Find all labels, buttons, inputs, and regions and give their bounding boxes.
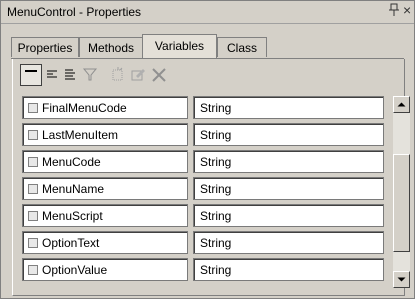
tab-properties[interactable]: Properties: [11, 37, 79, 57]
variable-type-cell[interactable]: String: [193, 177, 384, 200]
variable-name-cell[interactable]: MenuCode: [22, 150, 188, 173]
arrow-up-icon: [397, 102, 406, 107]
variable-name-cell[interactable]: OptionValue: [22, 258, 188, 281]
list-icon[interactable]: [60, 64, 82, 86]
table-row[interactable]: LastMenuItem String: [22, 123, 384, 146]
vertical-scrollbar[interactable]: [393, 96, 411, 288]
tab-methods[interactable]: Methods: [79, 37, 143, 57]
variable-type: String: [200, 155, 232, 169]
variable-type: String: [200, 236, 232, 250]
variable-type: String: [200, 101, 232, 115]
tab-class[interactable]: Class: [217, 37, 267, 57]
variable-name: LastMenuItem: [42, 128, 119, 142]
variable-name-cell[interactable]: MenuName: [22, 177, 188, 200]
table-row[interactable]: MenuScript String: [22, 204, 384, 227]
variable-name-cell[interactable]: MenuScript: [22, 204, 188, 227]
table-row[interactable]: MenuCode String: [22, 150, 384, 173]
variable-name-cell[interactable]: LastMenuItem: [22, 123, 188, 146]
arrow-down-icon: [397, 277, 406, 282]
variable-type: String: [200, 128, 232, 142]
variable-name: OptionText: [42, 236, 100, 250]
checkbox-icon[interactable]: [28, 184, 38, 194]
variable-type-cell[interactable]: String: [193, 204, 384, 227]
variable-type-cell[interactable]: String: [193, 150, 384, 173]
panel-title: MenuControl - Properties: [7, 5, 142, 19]
table-row[interactable]: OptionValue String: [22, 258, 384, 281]
delete-icon[interactable]: [148, 64, 170, 86]
scroll-up-button[interactable]: [393, 96, 410, 113]
variable-name: MenuScript: [42, 209, 103, 223]
checkbox-icon[interactable]: [28, 103, 38, 113]
view-single-icon[interactable]: [20, 64, 42, 86]
variable-type-cell[interactable]: String: [193, 258, 384, 281]
scroll-down-button[interactable]: [393, 271, 410, 288]
variable-type-cell[interactable]: String: [193, 231, 384, 254]
variable-type: String: [200, 182, 232, 196]
variable-name: FinalMenuCode: [42, 101, 127, 115]
scrollbar-thumb[interactable]: [393, 154, 410, 252]
checkbox-icon[interactable]: [28, 265, 38, 275]
variable-type: String: [200, 263, 232, 277]
close-icon[interactable]: ×: [403, 2, 411, 18]
table-row[interactable]: FinalMenuCode String: [22, 96, 384, 119]
variables-toolbar: [16, 64, 216, 90]
checkbox-icon[interactable]: [28, 211, 38, 221]
table-row[interactable]: OptionText String: [22, 231, 384, 254]
tab-strip: Properties Methods Variables Class: [11, 34, 411, 59]
filter-icon[interactable]: [80, 64, 102, 86]
checkbox-icon[interactable]: [28, 130, 38, 140]
variable-name-cell[interactable]: OptionText: [22, 231, 188, 254]
checkbox-icon[interactable]: [28, 238, 38, 248]
variable-name-cell[interactable]: FinalMenuCode: [22, 96, 188, 119]
variable-name: MenuCode: [42, 155, 101, 169]
new-item-icon[interactable]: [108, 64, 130, 86]
checkbox-icon[interactable]: [28, 157, 38, 167]
variable-name: OptionValue: [42, 263, 108, 277]
tab-variables[interactable]: Variables: [142, 34, 217, 58]
variable-type-cell[interactable]: String: [193, 96, 384, 119]
variable-type: String: [200, 209, 232, 223]
edit-icon[interactable]: [128, 64, 150, 86]
table-row[interactable]: MenuName String: [22, 177, 384, 200]
variable-type-cell[interactable]: String: [193, 123, 384, 146]
variable-name: MenuName: [42, 182, 105, 196]
pin-icon[interactable]: [389, 3, 399, 20]
title-bar: MenuControl - Properties ×: [1, 1, 414, 24]
